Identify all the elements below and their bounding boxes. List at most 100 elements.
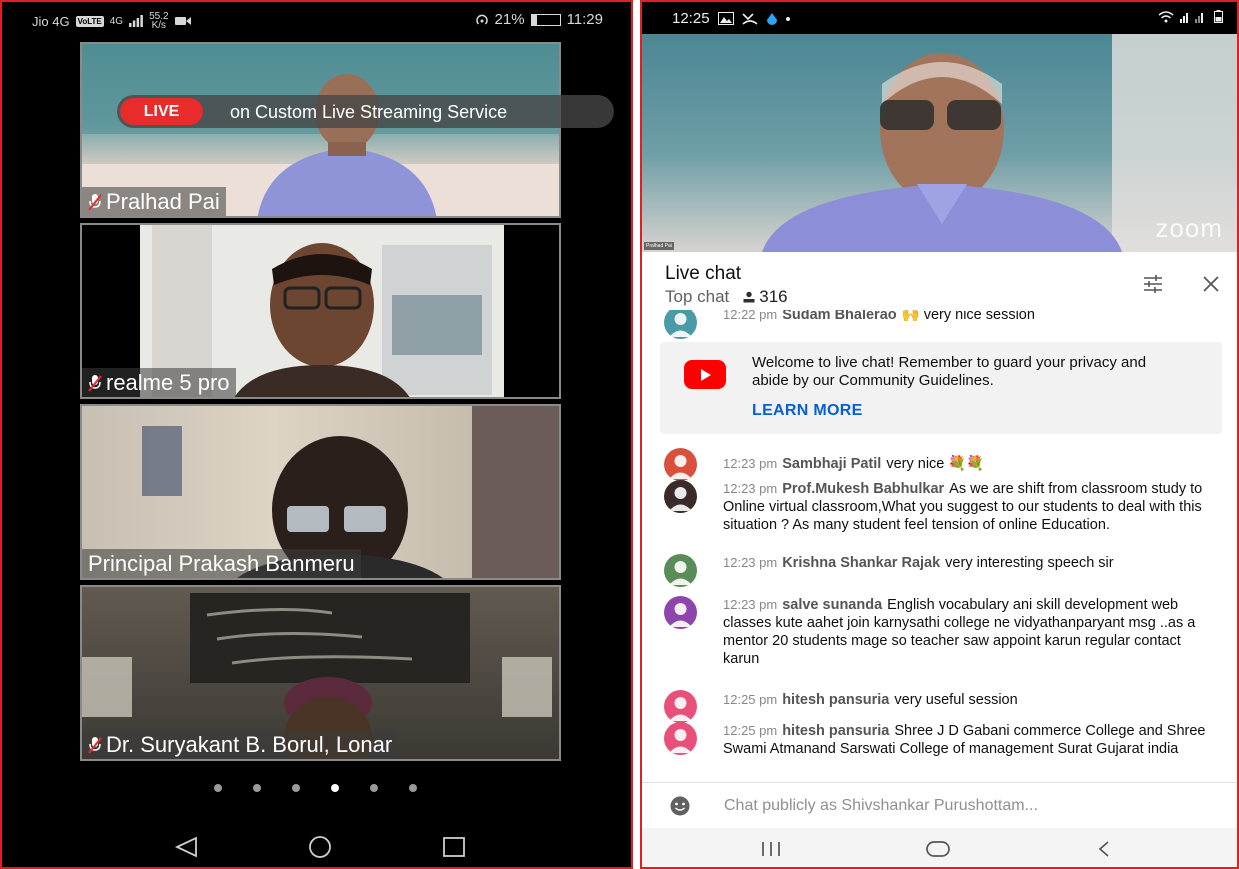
video-tile-3[interactable]: Principal Prakash Banmeru: [80, 404, 561, 580]
missed-call-icon: [741, 13, 758, 25]
page-dot[interactable]: [370, 784, 378, 792]
mic-muted-icon: [88, 737, 102, 754]
participant-name-plate-3: Principal Prakash Banmeru: [82, 549, 361, 578]
user-avatar: [664, 480, 697, 513]
chat-input-bar[interactable]: Chat publicly as Shivshankar Purushottam…: [642, 782, 1237, 828]
status-bar: 12:25: [642, 2, 1237, 34]
back-icon[interactable]: [174, 836, 198, 858]
message-author[interactable]: salve sunanda: [782, 597, 882, 613]
chat-input-field[interactable]: Chat publicly as Shivshankar Purushottam…: [724, 797, 1038, 815]
participant-name: Principal Prakash Banmeru: [88, 551, 355, 576]
hotspot-icon: [475, 14, 488, 25]
welcome-notice: Welcome to live chat! Remember to guard …: [660, 342, 1222, 434]
navigation-bar: [2, 824, 631, 869]
chat-mode-selector[interactable]: Top chat 316: [665, 287, 788, 307]
page-dot[interactable]: [253, 784, 261, 792]
app-notification-icon: [766, 12, 777, 25]
user-avatar: [664, 722, 697, 755]
close-icon[interactable]: [1201, 274, 1221, 294]
home-icon[interactable]: [307, 836, 333, 858]
chat-message: 12:25 pm hitesh pansuria very useful sessi…: [664, 690, 1217, 723]
participant-name-plate-4: Dr. Suryakant B. Borul, Lonar: [82, 730, 399, 759]
net-speed: 55.2 K/s: [149, 12, 168, 31]
speaker-video: [762, 34, 1237, 252]
live-badge: LIVE: [120, 98, 203, 125]
person-icon: [743, 291, 755, 303]
user-avatar: [664, 554, 697, 587]
gallery-notification-icon: [717, 12, 734, 25]
message-time: 12:23 pm: [723, 456, 778, 471]
page-dot[interactable]: [214, 784, 222, 792]
chat-message: 12:23 pm salve sunanda English vocabulary …: [664, 596, 1217, 668]
emoji-picker-icon[interactable]: [670, 796, 690, 816]
page-dot[interactable]: [409, 784, 417, 792]
zoom-watermark: zoom: [1155, 213, 1223, 243]
message-time: 12:23 pm: [723, 597, 778, 612]
battery-icon: [1214, 10, 1223, 23]
network-type: 4G: [109, 15, 124, 27]
user-avatar: [664, 690, 697, 723]
live-chat-header: Live chat Top chat 316: [642, 254, 1237, 310]
status-bar: Jio 4G VoLTE 4G 55.2 K/s 21% 11:29: [2, 2, 631, 38]
battery-percent: 21%: [494, 11, 525, 28]
recents-icon[interactable]: [760, 840, 782, 858]
participant-name: Pralhad Pai: [106, 189, 220, 214]
video-tile-1[interactable]: Pralhad Pai: [80, 42, 561, 218]
chat-message: 12:23 pm Krishna Shankar Rajak very intere…: [664, 554, 1217, 587]
more-notifications-dot: [785, 16, 790, 21]
message-time: 12:22 pm: [723, 310, 778, 322]
mic-muted-icon: [88, 375, 102, 392]
chat-message: 12:22 pm Sudam Bhalerao 🙌 very nice sessio…: [664, 310, 1217, 339]
participant-name-plate-1: Pralhad Pai: [82, 187, 226, 216]
message-time: 12:23 pm: [723, 481, 778, 496]
navigation-bar: [642, 828, 1237, 867]
message-author[interactable]: Prof.Mukesh Babhulkar: [782, 481, 944, 497]
page-indicator[interactable]: [214, 784, 417, 792]
message-author[interactable]: Krishna Shankar Rajak: [782, 555, 940, 571]
user-avatar: [664, 448, 697, 481]
message-author[interactable]: hitesh pansuria: [782, 692, 889, 708]
wifi-icon: [1158, 10, 1174, 22]
user-avatar: [664, 310, 697, 339]
live-banner-text: on Custom Live Streaming Service: [230, 102, 508, 122]
chat-title: Live chat: [665, 263, 742, 284]
home-icon[interactable]: [925, 840, 951, 858]
user-avatar: [664, 596, 697, 629]
message-author[interactable]: Sudam Bhalerao: [782, 310, 896, 323]
speaker-name-tag: Pralhad Pai: [644, 242, 674, 250]
mic-muted-icon: [88, 194, 102, 211]
chat-message-list[interactable]: 12:22 pm Sudam Bhalerao 🙌 very nice sessio…: [642, 310, 1237, 782]
carrier-label: Jio 4G: [32, 13, 70, 29]
filter-settings-icon[interactable]: [1143, 274, 1163, 294]
clock: 11:29: [566, 11, 603, 28]
video-tile-4[interactable]: Dr. Suryakant B. Borul, Lonar: [80, 585, 561, 761]
message-author[interactable]: Sambhaji Patil: [782, 456, 881, 472]
message-text: very interesting speech sir: [945, 555, 1114, 571]
stream-video-player[interactable]: Pralhad Pai zoom: [642, 34, 1237, 252]
back-icon[interactable]: [1096, 840, 1112, 858]
emoji-icon: 🙌: [901, 310, 920, 323]
right-phone-screen: 12:25 Pralhad Pai zoom Live chat Top cha: [640, 0, 1239, 869]
video-camera-icon: [174, 17, 191, 25]
live-banner[interactable]: LIVE on Custom Live Streaming Service: [117, 95, 614, 128]
participant-name-plate-2: realme 5 pro: [82, 368, 236, 397]
recents-icon[interactable]: [442, 836, 466, 858]
battery-level-fill: [531, 14, 538, 25]
signal-icon: [129, 15, 143, 27]
learn-more-link[interactable]: LEARN MORE: [752, 402, 863, 420]
message-text: very nice 💐💐: [886, 456, 985, 472]
message-text: very nice session: [923, 310, 1035, 323]
video-tile-2[interactable]: realme 5 pro: [80, 223, 561, 399]
chat-mode[interactable]: Top chat: [665, 287, 729, 307]
message-author[interactable]: hitesh pansuria: [782, 723, 889, 739]
chat-message: 12:25 pm hitesh pansuria Shree J D Gabani …: [664, 722, 1217, 758]
signal-icon: [1180, 12, 1203, 23]
message-text: very useful session: [894, 692, 1018, 708]
page-dot[interactable]: [292, 784, 300, 792]
message-time: 12:25 pm: [723, 692, 778, 707]
message-time: 12:23 pm: [723, 555, 778, 570]
viewer-count-value: 316: [759, 287, 788, 306]
page-dot[interactable]: [331, 784, 339, 792]
welcome-text: Welcome to live chat! Remember to guard …: [752, 354, 1147, 389]
youtube-logo-icon: [684, 360, 726, 389]
